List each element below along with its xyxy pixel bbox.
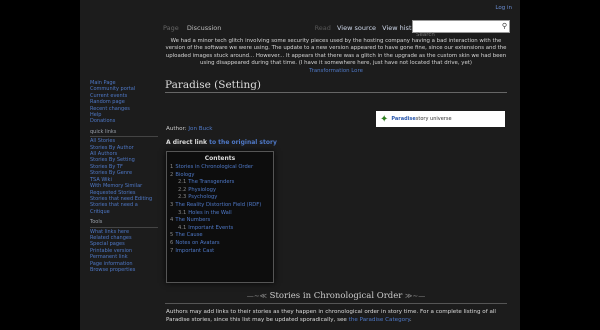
toc-item-number: 2 <box>170 171 174 178</box>
toc-item[interactable]: 2.3 Psychology <box>170 194 273 202</box>
toc-item-number: 1 <box>170 164 174 170</box>
login-link[interactable]: Log in <box>495 5 512 11</box>
main-content: We had a minor tech glitch involving som… <box>165 38 507 323</box>
view-tabs: Read View source View history <box>311 24 422 32</box>
toc-item-text: Important Cast <box>175 247 215 254</box>
toc-item-number: 5 <box>170 232 174 239</box>
author-line: Author: Jon Buck <box>166 126 213 132</box>
toc-item[interactable]: 3.1 Holes in the Wall <box>170 210 273 218</box>
toc-item-number: 3.1 <box>178 209 187 216</box>
toc-item[interactable]: 7 Important Cast <box>170 248 273 256</box>
toc-item-text: The Cause <box>175 232 203 239</box>
direct-link-label: A direct link <box>166 139 210 146</box>
author-label: Author: <box>166 126 189 132</box>
puzzle-piece-icon: ✦ <box>380 113 389 125</box>
tab-read[interactable]: Read <box>315 24 331 32</box>
toc-item[interactable]: 2 Biology <box>170 172 273 180</box>
page-title: Paradise (Setting) <box>165 79 507 94</box>
toc-title: Contents <box>204 155 236 162</box>
paragraph-text: Authors may add links to their stories a… <box>166 309 496 324</box>
sidebar-nav-item[interactable]: Donations <box>90 118 158 124</box>
sidebar-tools-heading: Tools <box>90 219 158 228</box>
ornament-right-icon: ≫∼— <box>405 292 426 300</box>
toc-item-number: 3 <box>170 201 174 208</box>
toc-item-number: 2.2 <box>178 186 187 193</box>
toc-item[interactable]: 4 The Numbers <box>170 217 273 225</box>
banner-text: story universe <box>415 116 452 122</box>
toc-item-text: Biology <box>175 171 195 178</box>
sidebar-quick-links-heading: quick links <box>90 129 158 138</box>
table-of-contents: Contents 1 Stories in Chronological Order… <box>166 151 274 283</box>
toc-item-text: Physiology <box>188 186 217 193</box>
direct-link-line: A direct link to the original story <box>166 139 277 146</box>
page-tabs: Page Discussion <box>163 24 227 32</box>
section-divider <box>165 303 507 304</box>
page-wrapper: Log in Page Discussion Read View source … <box>80 0 520 330</box>
toc-item-text: Holes in the Wall <box>188 209 232 216</box>
ornament-left-icon: —∼≪ <box>246 292 267 300</box>
intro-paragraph: Authors may add links to their stories a… <box>166 308 508 324</box>
toc-item[interactable]: 6 Notes on Avatars <box>170 240 273 248</box>
banner-universe-name[interactable]: Paradise <box>391 116 415 122</box>
toc-item[interactable]: 5 The Cause <box>170 232 273 240</box>
tab-discussion[interactable]: Discussion <box>187 24 222 32</box>
paragraph-end: . <box>409 317 412 324</box>
toc-item-number: 2.3 <box>178 194 187 201</box>
tab-view-source[interactable]: View source <box>337 24 376 32</box>
toc-item-number: 6 <box>170 239 174 246</box>
toc-item-text: The Numbers <box>175 217 211 224</box>
tab-page[interactable]: Page <box>163 24 179 32</box>
toc-item-text: Important Events <box>188 224 234 231</box>
toc-item-number: 2.1 <box>178 179 187 186</box>
toc-list: 1 Stories in Chronological Order 2 Biology 2… <box>167 164 273 255</box>
author-link[interactable]: Jon Buck <box>188 126 212 132</box>
toc-item-text: The Reality Distortion Field (RDF) <box>175 201 262 208</box>
toc-item-number: 7 <box>170 247 174 254</box>
sidebar-tool-link[interactable]: Browse properties <box>90 267 158 273</box>
toc-item[interactable]: 2.2 Physiology <box>170 187 273 195</box>
toc-item[interactable]: 3 The Reality Distortion Field (RDF) <box>170 202 273 210</box>
toc-item[interactable]: 2.1 The Transgenders <box>170 179 273 187</box>
toc-item-text: Notes on Avatars <box>175 239 220 246</box>
search-box: ⚲ <box>412 20 510 41</box>
original-story-link[interactable]: to the original story <box>209 139 277 146</box>
sidebar: Main Page Community portal Current events R… <box>90 80 158 273</box>
toc-item-number: 4 <box>170 217 174 224</box>
section-heading: —∼≪ Stories in Chronological Order ≫∼— <box>165 291 507 301</box>
site-notice: We had a minor tech glitch involving som… <box>165 38 507 66</box>
toc-item-number: 4.1 <box>178 224 187 231</box>
section-title: Stories in Chronological Order <box>269 291 403 301</box>
toc-item-text: Psychology <box>188 194 218 201</box>
search-icon[interactable]: ⚲ <box>502 22 507 30</box>
notice-link[interactable]: Transformation Lore <box>165 68 507 74</box>
toc-item-text: Stories in Chronological Order <box>175 164 254 170</box>
toc-item[interactable]: 1 Stories in Chronological Order <box>170 164 273 172</box>
toc-item[interactable]: 4.1 Important Events <box>170 225 273 233</box>
toc-item-text: The Transgenders <box>188 179 235 186</box>
sidebar-quick-link[interactable]: Stories that need a Critique <box>90 202 158 215</box>
story-universe-banner: ✦ Paradise story universe <box>376 111 505 127</box>
paradise-category-link[interactable]: the Paradise Category <box>349 317 410 323</box>
